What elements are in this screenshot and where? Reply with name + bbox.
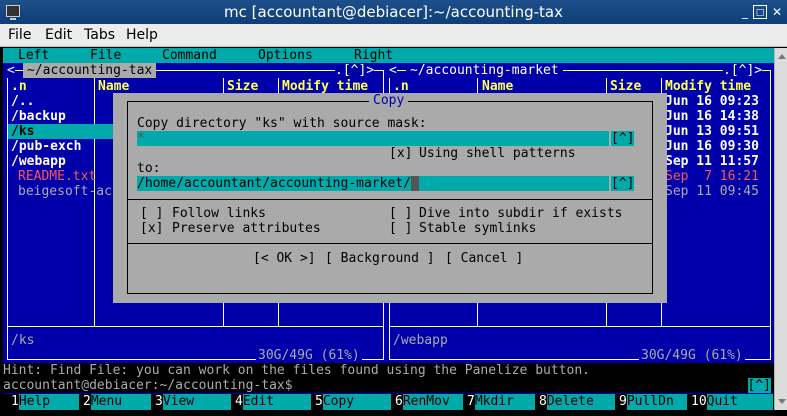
menu-edit[interactable]: Edit <box>45 27 72 43</box>
dialog-separator <box>128 243 652 244</box>
right-header-size[interactable]: Size <box>610 79 641 94</box>
terminal-scrollbar[interactable] <box>774 48 787 410</box>
dialog-separator <box>128 199 652 200</box>
right-disk-info: 30G/49G (61%) <box>639 348 745 363</box>
to-label: to: <box>137 161 161 176</box>
right-header-mtime[interactable]: Modify time <box>665 79 751 94</box>
right-header-name[interactable]: Name <box>482 79 513 94</box>
cancel-button[interactable]: [ Cancel ] <box>445 251 523 266</box>
command-history-button[interactable]: [^] <box>747 378 771 393</box>
left-header-mtime[interactable]: Modify time <box>282 79 368 94</box>
left-entry[interactable]: /backup <box>11 109 111 124</box>
fkey-edit[interactable]: 4Edit <box>235 394 311 410</box>
background-button[interactable]: [ Background ] <box>325 251 435 266</box>
copy-prompt: Copy directory "ks" with source mask: <box>137 116 427 131</box>
fkey-quit[interactable]: 10Quit <box>691 394 773 410</box>
mc-menu-left[interactable]: Left <box>18 48 49 63</box>
left-panel-title: ~/accounting-tax <box>23 63 157 78</box>
preserve-attributes-label[interactable]: Preserve attributes <box>172 221 321 236</box>
source-mask-history-button[interactable]: [^] <box>611 131 635 146</box>
scroll-up-icon[interactable] <box>778 54 786 59</box>
destination-value: /home/accountant/accounting-market/ <box>137 176 411 191</box>
ok-button[interactable]: [< OK >] <box>253 251 316 266</box>
close-button[interactable]: ✕ <box>770 5 784 19</box>
terminal-menubar: File Edit Tabs Help <box>0 24 787 47</box>
mc-menu-command[interactable]: Command <box>162 48 217 63</box>
left-entry[interactable]: /webapp <box>11 154 111 169</box>
stable-symlinks-label[interactable]: Stable symlinks <box>419 221 536 236</box>
fkey-delete[interactable]: 8Delete <box>539 394 615 410</box>
shell-patterns-checkbox[interactable]: [x] <box>389 146 412 161</box>
shell-prompt: accountant@debiacer:~/accounting-tax$ <box>3 378 293 393</box>
left-entry[interactable]: /pub-exch <box>11 139 111 154</box>
command-line[interactable]: accountant@debiacer:~/accounting-tax$ [^… <box>3 378 774 393</box>
menu-tabs[interactable]: Tabs <box>84 27 115 43</box>
fkey-renmov[interactable]: 6RenMov <box>395 394 463 410</box>
mc-menubar: Left File Command Options Right <box>3 48 774 63</box>
left-disk-info: 30G/49G (61%) <box>256 348 362 363</box>
left-panel-corner-left[interactable]: < <box>7 63 15 78</box>
follow-links-checkbox[interactable]: [ ] <box>140 206 163 221</box>
fkey-menu[interactable]: 2Menu <box>83 394 151 410</box>
right-panel-corner-left[interactable]: < <box>389 63 397 78</box>
fkey-copy[interactable]: 5Copy <box>315 394 391 410</box>
right-panel-corner-buttons[interactable]: .[^]> <box>723 63 763 78</box>
terminal-screen: Left File Command Options Right < ~/acco… <box>3 48 774 410</box>
dive-subdir-checkbox[interactable]: [ ] <box>389 206 412 221</box>
menu-help[interactable]: Help <box>126 27 158 43</box>
left-entry[interactable]: README.txt <box>18 169 118 184</box>
right-entry-mtime[interactable]: Sep 7 16:21 <box>665 169 759 184</box>
right-header-n[interactable]: .n <box>393 79 409 94</box>
left-mini-status: /ks <box>11 333 35 348</box>
function-key-bar: 1Help 2Menu 3View 4Edit 5Copy 6RenMov 7M… <box>3 394 774 410</box>
left-header-n[interactable]: .n <box>11 79 27 94</box>
shell-patterns-label[interactable]: Using shell patterns <box>419 146 576 161</box>
right-entry-mtime[interactable]: Jun 13 09:51 <box>665 124 759 139</box>
window-title: mc [accountant@debiacer]:~/accounting-ta… <box>224 3 563 21</box>
source-mask-input[interactable]: * <box>137 131 609 146</box>
right-entry-mtime[interactable]: Jun 16 09:30 <box>665 139 759 154</box>
left-entry[interactable]: /.. <box>11 94 111 109</box>
menu-file[interactable]: File <box>8 27 31 43</box>
fkey-view[interactable]: 3View <box>155 394 231 410</box>
fkey-pulldn[interactable]: 9PullDn <box>619 394 687 410</box>
right-entry-mtime[interactable]: Jun 16 14:38 <box>665 109 759 124</box>
dive-subdir-label[interactable]: Dive into subdir if exists <box>419 206 623 221</box>
right-mini-status: /webapp <box>393 333 448 348</box>
hint-line: Hint: Find File: you can work on the fil… <box>3 363 774 378</box>
mc-menu-options[interactable]: Options <box>258 48 313 63</box>
right-entry-mtime[interactable]: Sep 11 11:57 <box>665 154 759 169</box>
fkey-help[interactable]: 1Help <box>11 394 79 410</box>
left-entry-selected[interactable]: /ks <box>8 124 114 139</box>
destination-input[interactable]: /home/accountant/accounting-market/_ <box>137 176 609 191</box>
text-cursor: _ <box>410 176 419 191</box>
window-titlebar: mc [accountant@debiacer]:~/accounting-ta… <box>0 0 787 24</box>
mc-menu-right[interactable]: Right <box>354 48 393 63</box>
right-panel-title: ~/accounting-market <box>406 63 563 78</box>
destination-history-button[interactable]: [^] <box>611 176 635 191</box>
maximize-button[interactable]: □ <box>753 5 767 19</box>
left-header-name[interactable]: Name <box>98 79 129 94</box>
fkey-mkdir[interactable]: 7Mkdir <box>467 394 535 410</box>
right-entry-mtime[interactable]: Jun 16 09:23 <box>665 94 759 109</box>
mc-menu-file[interactable]: File <box>90 48 121 63</box>
copy-dialog: Copy Copy directory "ks" with source mas… <box>113 93 667 303</box>
scroll-down-icon[interactable] <box>778 399 786 404</box>
left-panel-corner-buttons[interactable]: .[^]> <box>335 63 375 78</box>
preserve-attributes-checkbox[interactable]: [x] <box>140 221 163 236</box>
minimize-button[interactable]: _ <box>738 5 752 19</box>
copy-dialog-title: Copy <box>369 93 409 108</box>
stable-symlinks-checkbox[interactable]: [ ] <box>389 221 412 236</box>
follow-links-label[interactable]: Follow links <box>172 206 266 221</box>
right-entry-mtime[interactable]: Sep 11 09:45 <box>665 184 759 199</box>
left-entry[interactable]: beigesoft-ac <box>18 184 118 199</box>
left-header-size[interactable]: Size <box>227 79 258 94</box>
